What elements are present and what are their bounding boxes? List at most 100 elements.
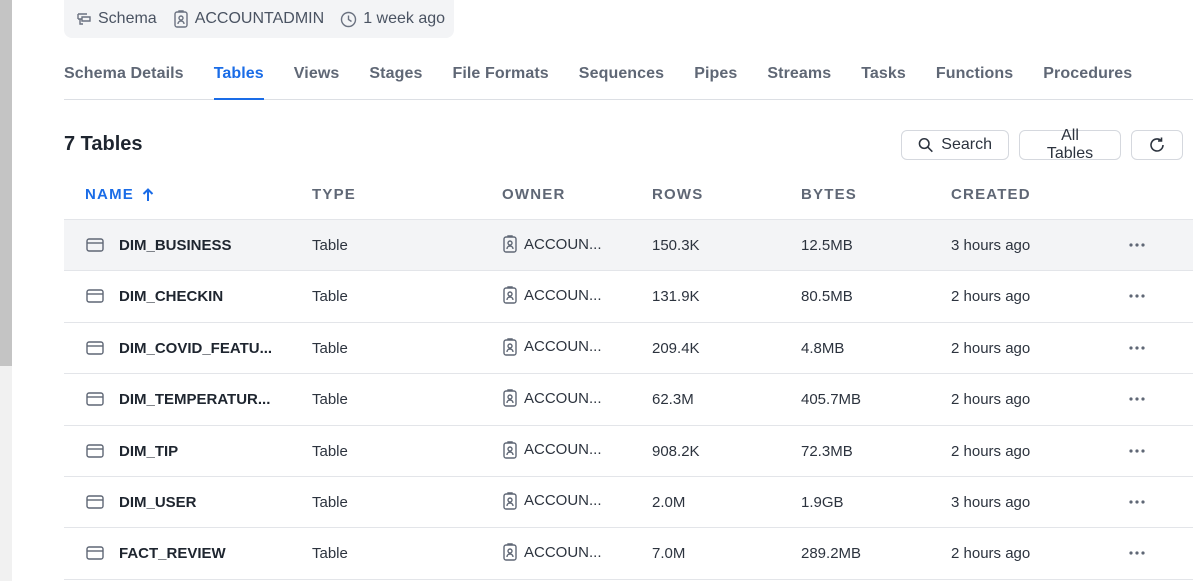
tab-pipes[interactable]: Pipes [694,52,737,100]
tab-views[interactable]: Views [294,52,340,100]
table-rows: 2.0M [652,493,686,511]
table-type: Table [312,339,348,357]
tables-list: DIM_BUSINESS Table ACCOUN... 150.3K 12.5… [64,220,1193,580]
tab-tasks[interactable]: Tasks [861,52,906,100]
owner-badge-icon [503,235,517,253]
table-toolbar: Search All Tables [901,127,1183,162]
table-owner-label: ACCOUN... [524,235,602,253]
table-owner-label: ACCOUN... [524,286,602,304]
tables-count-title: 7 Tables [64,133,143,155]
owner-badge-icon [503,543,517,562]
table-icon [86,238,104,252]
more-options-icon[interactable] [1128,236,1146,254]
table-owner: ACCOUN... [502,440,602,459]
tab-schema-details[interactable]: Schema Details [64,52,184,100]
refresh-icon [1150,137,1164,152]
table-name[interactable]: DIM_TIP [119,443,178,460]
table-created: 2 hours ago [951,339,1031,357]
column-header-type[interactable]: TYPE [312,186,356,203]
table-icon [86,443,104,458]
tab-streams[interactable]: Streams [767,52,831,100]
table-type: Table [312,237,348,254]
table-row[interactable]: DIM_COVID_FEATU... Table ACCOUN... 209.4… [64,323,1193,375]
table-bytes: 4.8MB [801,339,845,357]
table-name[interactable]: DIM_COVID_FEATU... [119,340,272,357]
table-created: 3 hours ago [951,493,1031,511]
table-created: 2 hours ago [951,391,1031,409]
table-rows: 7.0M [652,545,686,563]
meta-time: 1 week ago [340,10,445,28]
more-options-icon[interactable] [1128,442,1146,460]
table-created: 3 hours ago [951,237,1031,254]
more-options-icon[interactable] [1128,390,1146,408]
owner-badge-icon [503,286,517,305]
meta-time-label: 1 week ago [363,10,446,27]
column-header-created[interactable]: CREATED [951,186,1031,203]
tab-file-formats[interactable]: File Formats [452,52,548,100]
table-owner: ACCOUN... [502,492,602,510]
all-tables-filter-label: All Tables [1046,127,1094,162]
table-rows: 209.4K [652,339,700,357]
scrollbar-thumb[interactable] [0,0,12,366]
table-header: NAME TYPE OWNER ROWS BYTES CREATED [64,170,1193,220]
more-options-icon[interactable] [1128,287,1146,305]
column-header-bytes[interactable]: BYTES [801,186,857,203]
table-owner-label: ACCOUN... [524,338,602,356]
meta-owner-label: ACCOUNTADMIN [194,10,325,27]
tab-sequences[interactable]: Sequences [579,52,664,100]
refresh-button[interactable] [1131,130,1183,160]
column-header-owner[interactable]: OWNER [502,186,566,203]
table-owner: ACCOUN... [502,286,602,305]
table-type: Table [312,545,348,563]
table-owner-label: ACCOUN... [524,543,602,561]
table-icon [86,546,104,561]
table-owner-label: ACCOUN... [524,492,602,510]
more-options-icon[interactable] [1128,339,1146,357]
all-tables-filter-button[interactable]: All Tables [1019,127,1121,162]
page-scrollbar[interactable] [0,0,12,581]
table-bytes: 289.2MB [801,545,862,563]
column-header-name[interactable]: NAME [85,186,154,203]
tab-functions[interactable]: Functions [936,52,1013,100]
table-name[interactable]: DIM_BUSINESS [119,237,232,254]
clock-icon [340,11,357,27]
table-type: Table [312,493,348,511]
table-row[interactable]: FACT_REVIEW Table ACCOUN... 7.0M 289.2MB… [64,528,1193,580]
table-owner: ACCOUN... [502,543,602,562]
table-row[interactable]: DIM_USER Table ACCOUN... 2.0M 1.9GB 3 ho… [64,477,1193,529]
table-bytes: 12.5MB [801,237,853,254]
search-button[interactable]: Search [901,130,1009,160]
table-owner: ACCOUN... [502,235,602,253]
table-name[interactable]: FACT_REVIEW [119,545,226,562]
table-row[interactable]: DIM_TEMPERATUR... Table ACCOUN... 62.3M … [64,374,1193,426]
sort-ascending-icon [142,187,154,201]
tab-tables[interactable]: Tables [213,52,264,100]
table-name[interactable]: DIM_TEMPERATUR... [119,391,270,408]
more-options-icon[interactable] [1128,493,1146,511]
table-created: 2 hours ago [951,442,1031,460]
column-header-rows[interactable]: ROWS [652,186,703,203]
more-options-icon[interactable] [1128,544,1146,562]
table-type: Table [312,391,348,409]
table-bytes: 80.5MB [801,288,853,306]
table-icon [86,495,104,509]
table-name[interactable]: DIM_USER [119,494,197,511]
table-row[interactable]: DIM_CHECKIN Table ACCOUN... 131.9K 80.5M… [64,271,1193,323]
owner-badge-icon [503,389,517,407]
tab-procedures[interactable]: Procedures [1043,52,1132,100]
owner-badge-icon [503,338,517,356]
table-bytes: 72.3MB [801,442,853,460]
table-row[interactable]: DIM_BUSINESS Table ACCOUN... 150.3K 12.5… [64,220,1193,272]
table-row[interactable]: DIM_TIP Table ACCOUN... 908.2K 72.3MB 2 … [64,426,1193,477]
object-meta-bar: Schema ACCOUNTADMIN 1 week ago [64,0,454,38]
tab-stages[interactable]: Stages [369,52,422,100]
table-created: 2 hours ago [951,545,1031,563]
table-owner-label: ACCOUN... [524,441,602,459]
schema-tabs: Schema Details Tables Views Stages File … [64,52,1193,100]
table-name[interactable]: DIM_CHECKIN [119,288,223,305]
search-icon [918,138,933,153]
table-owner: ACCOUN... [502,338,602,356]
table-icon [86,392,104,406]
table-created: 2 hours ago [951,288,1031,306]
meta-type-label: Schema [98,10,157,27]
